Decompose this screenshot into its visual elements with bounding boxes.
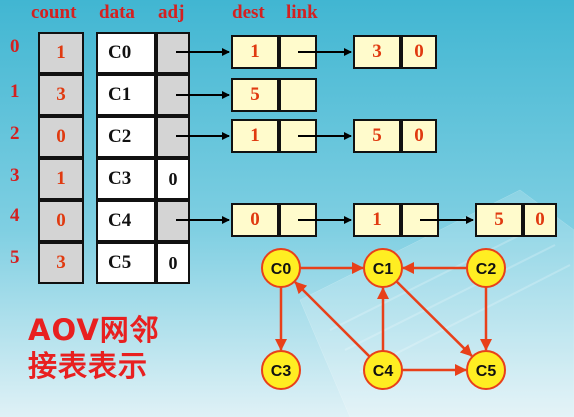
graph-edge-c4-c0 <box>294 281 371 358</box>
graph-node-c5: C5 <box>466 350 506 390</box>
graph-node-label: C1 <box>373 261 394 278</box>
slide-title: AOV网邻 接表表示 <box>28 312 160 384</box>
pointer-arrows <box>176 48 474 224</box>
title-line-1: AOV网邻 <box>28 313 160 347</box>
graph-node-label: C3 <box>271 363 292 380</box>
graph-node-c2: C2 <box>466 248 506 288</box>
title-line-2: 接表表示 <box>28 349 149 383</box>
graph-node-label: C2 <box>476 261 497 278</box>
graph-node-label: C5 <box>476 363 497 380</box>
graph-node-label: C0 <box>271 261 292 278</box>
graph-node-c1: C1 <box>363 248 403 288</box>
graph-edge-c1-c5 <box>395 280 473 357</box>
graph-node-c3: C3 <box>261 350 301 390</box>
graph-node-c0: C0 <box>261 248 301 288</box>
graph-node-label: C4 <box>373 363 394 380</box>
graph-node-c4: C4 <box>363 350 403 390</box>
